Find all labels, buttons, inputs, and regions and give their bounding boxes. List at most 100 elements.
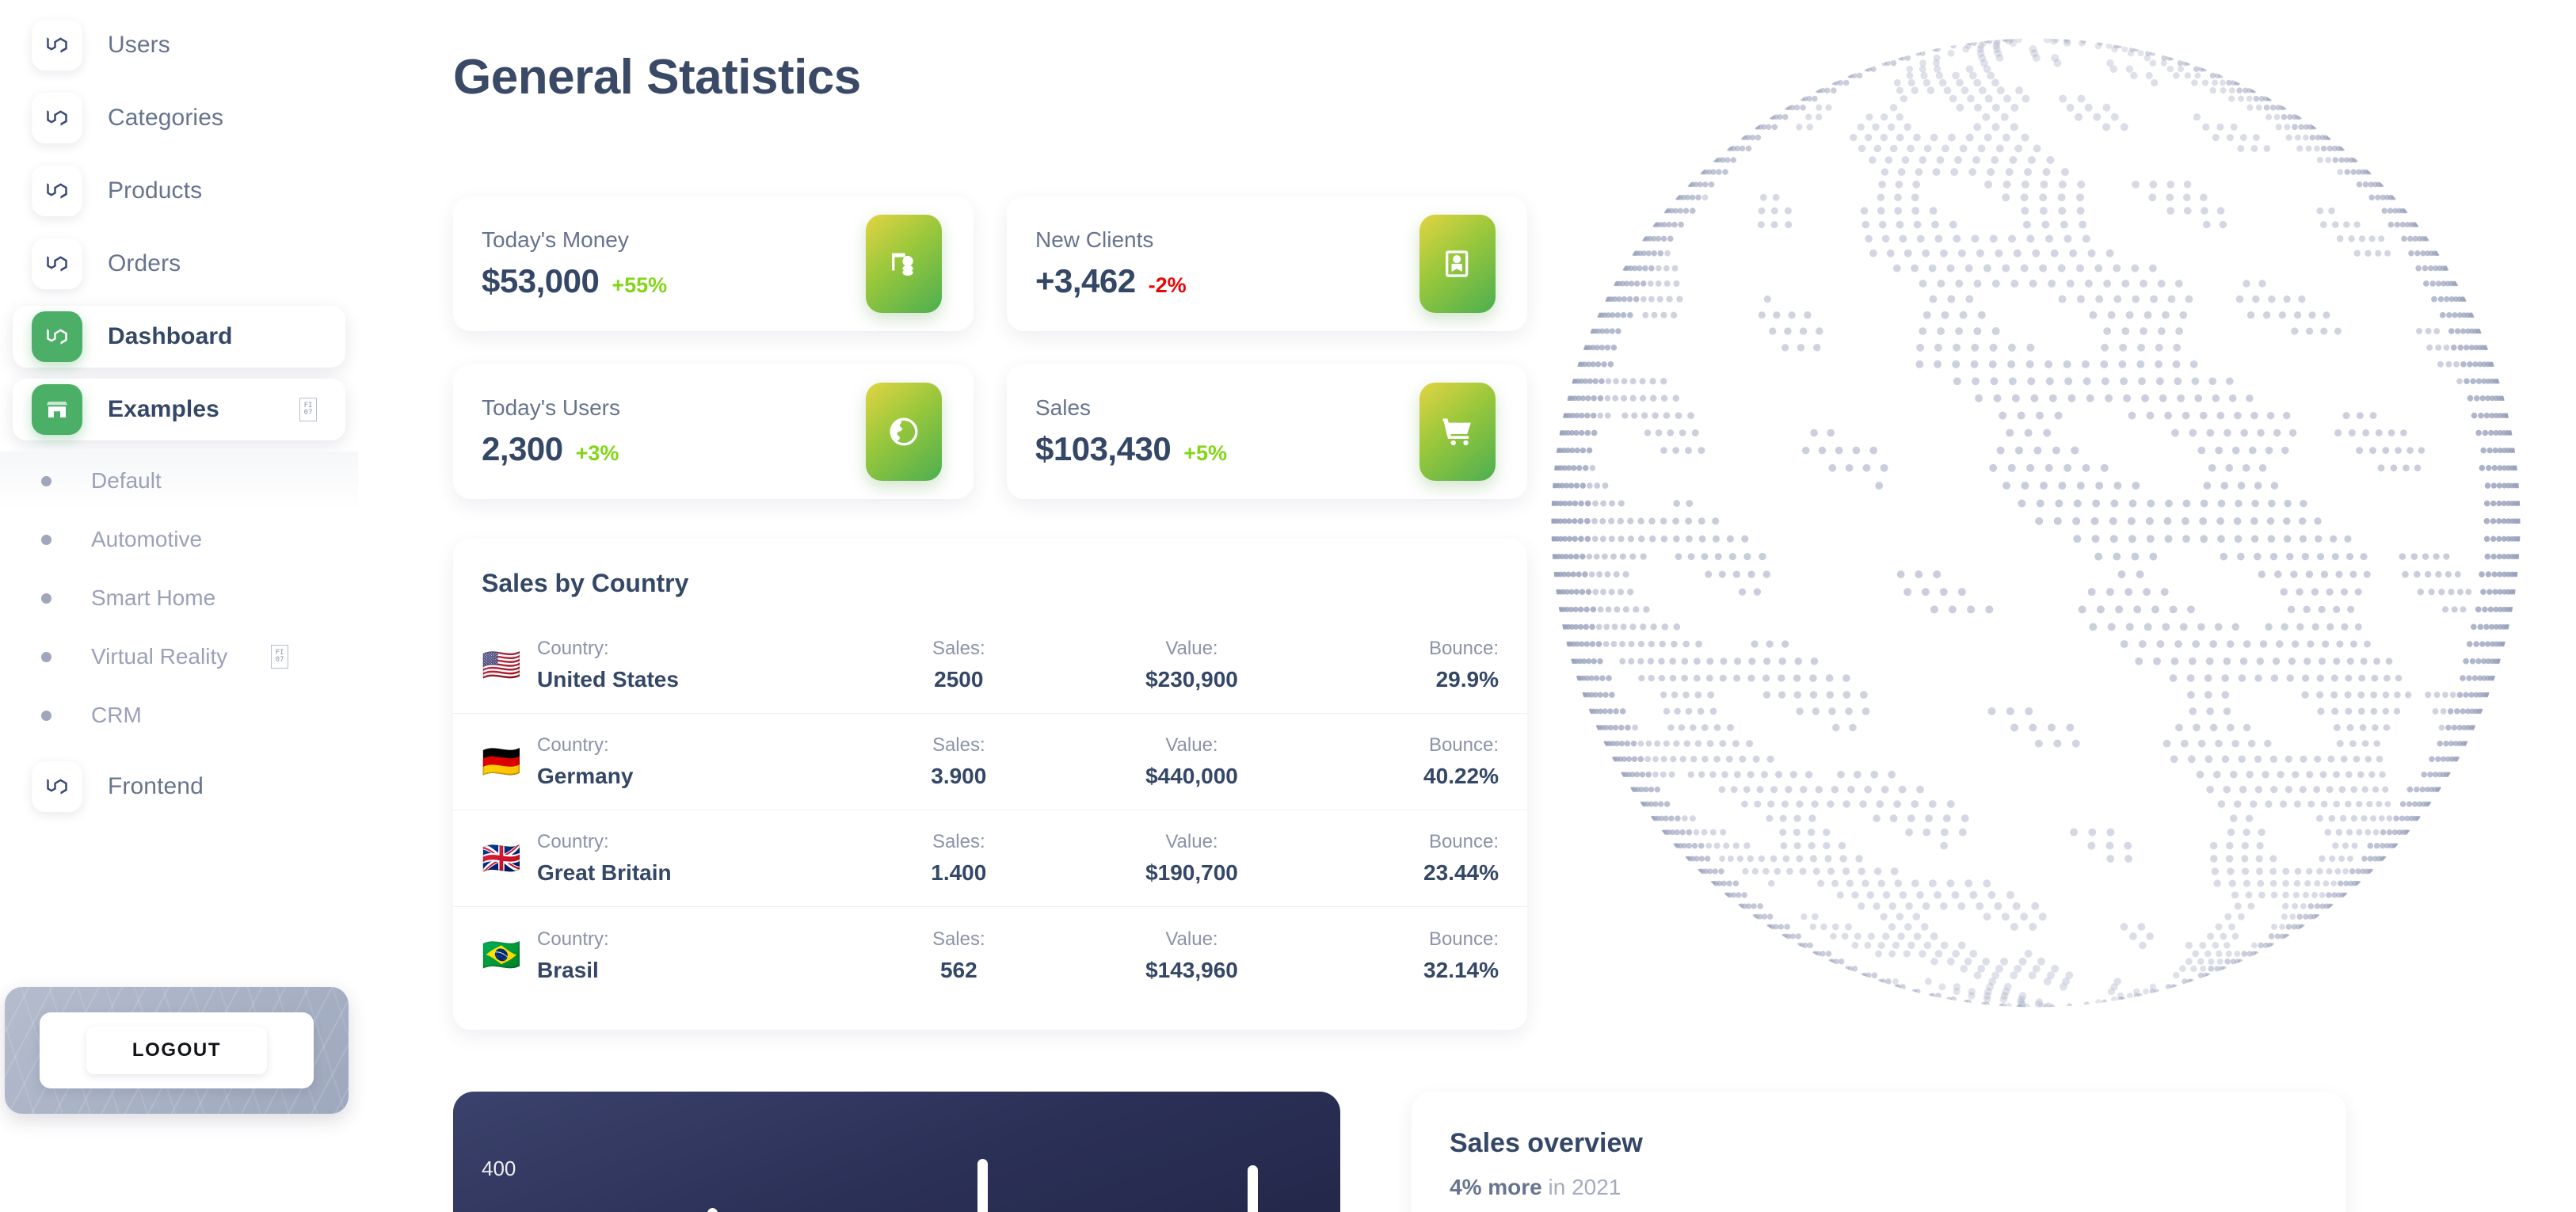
chart-bar — [977, 1159, 988, 1212]
c-sales-cell: Sales: 1.400 — [848, 831, 1069, 886]
value-value: $440,000 — [1145, 764, 1238, 789]
table-row[interactable]: 🇩🇪 Country: Germany Sales: 3.900 Value: … — [453, 714, 1527, 810]
stat-label: Today's Money — [482, 227, 667, 253]
page-title: General Statistics — [453, 49, 861, 105]
submenu-item-crm[interactable]: CRM — [0, 686, 358, 745]
sales-value: 1.400 — [931, 860, 986, 886]
value-value: $190,700 — [1145, 860, 1238, 886]
value-header: Value: — [1165, 831, 1218, 853]
bounce-header: Bounce: — [1429, 831, 1499, 853]
bounce-value: 40.22% — [1423, 764, 1499, 789]
c-value-cell: Value: $190,700 — [1069, 831, 1313, 886]
sidebar-item-label: Orders — [108, 250, 181, 277]
c-country-cell: Country: Germany — [537, 734, 848, 789]
stat-label: Sales — [1035, 395, 1227, 421]
chart-bar — [1248, 1165, 1258, 1212]
stat-value: $53,000 — [482, 262, 599, 300]
submenu-item-label: Default — [91, 468, 162, 494]
sidebar-item-examples[interactable]: Examples FI 07 — [13, 379, 345, 440]
stat-card-todays-users[interactable]: Today's Users 2,300 +3% — [453, 364, 974, 499]
country-value: United States — [537, 667, 679, 692]
bounce-value: 23.44% — [1423, 860, 1499, 886]
table-row[interactable]: 🇺🇸 Country: United States Sales: 2500 Va… — [453, 617, 1527, 714]
value-header: Value: — [1165, 734, 1218, 757]
bounce-value: 29.9% — [1436, 667, 1499, 692]
c-sales-cell: Sales: 562 — [848, 928, 1069, 983]
sidebar-item-products[interactable]: Products — [13, 160, 345, 222]
sales-overview-title: Sales overview — [1450, 1128, 2346, 1159]
badge-bottom: 07 — [276, 657, 284, 664]
laravel-icon — [32, 311, 82, 362]
flag-icon: 🇩🇪 — [482, 746, 537, 778]
sidebar-item-users[interactable]: Users — [13, 14, 345, 76]
sales-overview-subtitle: 4% more in 2021 — [1450, 1175, 2346, 1200]
value-header: Value: — [1165, 928, 1218, 951]
bullet-icon — [41, 476, 51, 486]
sales-value: 3.900 — [931, 764, 986, 789]
sales-value: 562 — [940, 958, 977, 983]
sales-overview-delta: 4% more — [1450, 1175, 1542, 1199]
stat-card-new-clients[interactable]: New Clients +3,462 -2% — [1007, 196, 1527, 331]
sidebar-item-label: Categories — [108, 105, 223, 131]
country-value: Germany — [537, 764, 633, 789]
sales-bar-chart-card[interactable]: 400 — [453, 1092, 1340, 1212]
c-value-cell: Value: $143,960 — [1069, 928, 1313, 983]
logout-button[interactable]: LOGOUT — [86, 1027, 267, 1074]
stat-value-row: +3,462 -2% — [1035, 262, 1187, 300]
stat-value: 2,300 — [482, 430, 563, 468]
bounce-header: Bounce: — [1429, 734, 1499, 757]
table-row[interactable]: 🇧🇷 Country: Brasil Sales: 562 Value: $14… — [453, 907, 1527, 1004]
stat-value-row: $53,000 +55% — [482, 262, 667, 300]
shop-icon — [32, 384, 82, 435]
sidebar-item-frontend[interactable]: Frontend — [13, 756, 345, 818]
table-row[interactable]: 🇬🇧 Country: Great Britain Sales: 1.400 V… — [453, 810, 1527, 907]
sidebar-item-orders[interactable]: Orders — [13, 233, 345, 295]
sales-by-country-card: Sales by Country 🇺🇸 Country: United Stat… — [453, 539, 1527, 1030]
sales-header: Sales: — [932, 638, 985, 660]
shopping-cart-icon — [1419, 383, 1496, 481]
stat-delta: +3% — [576, 441, 619, 466]
c-bounce-cell: Bounce: 29.9% — [1314, 638, 1499, 692]
sidebar-item-label: Users — [108, 32, 170, 59]
country-header: Country: — [537, 831, 609, 853]
stat-card-todays-money[interactable]: Today's Money $53,000 +55% — [453, 196, 974, 331]
laravel-icon — [32, 166, 82, 216]
bullet-icon — [41, 652, 51, 662]
submenu-item-smart-home[interactable]: Smart Home — [0, 569, 358, 627]
value-value: $230,900 — [1145, 667, 1238, 692]
submenu-item-default[interactable]: Default — [0, 452, 358, 510]
country-header: Country: — [537, 638, 609, 660]
sidebar-item-categories[interactable]: Categories — [13, 87, 345, 149]
value-header: Value: — [1165, 638, 1218, 660]
bullet-icon — [41, 535, 51, 545]
flag-icon: 🇬🇧 — [482, 843, 537, 875]
stat-row-1: Today's Money $53,000 +55% — [453, 196, 1527, 331]
country-value: Great Britain — [537, 860, 672, 886]
submenu-item-label: CRM — [91, 703, 142, 728]
sales-header: Sales: — [932, 928, 985, 951]
stat-text-block: Today's Users 2,300 +3% — [482, 395, 620, 468]
laravel-icon — [32, 238, 82, 289]
sales-header: Sales: — [932, 831, 985, 853]
stat-label: Today's Users — [482, 395, 620, 421]
laravel-icon — [32, 93, 82, 143]
c-bounce-cell: Bounce: 40.22% — [1314, 734, 1499, 789]
stat-text-block: Sales $103,430 +5% — [1035, 395, 1227, 468]
stat-value-row: 2,300 +3% — [482, 430, 620, 468]
submenu-item-automotive[interactable]: Automotive — [0, 510, 358, 569]
flag-icon: 🇧🇷 — [482, 939, 537, 971]
globe-user-icon — [866, 383, 942, 481]
bounce-header: Bounce: — [1429, 928, 1499, 951]
c-bounce-cell: Bounce: 32.14% — [1314, 928, 1499, 983]
submenu-item-label: Smart Home — [91, 585, 215, 611]
value-value: $143,960 — [1145, 958, 1238, 983]
sidebar-item-dashboard[interactable]: Dashboard — [13, 306, 345, 368]
bullet-icon — [41, 711, 51, 721]
sidebar-item-label: Examples — [108, 396, 219, 423]
stat-card-sales[interactable]: Sales $103,430 +5% — [1007, 364, 1527, 499]
c-sales-cell: Sales: 3.900 — [848, 734, 1069, 789]
c-value-cell: Value: $440,000 — [1069, 734, 1313, 789]
laravel-icon — [32, 20, 82, 71]
country-value: Brasil — [537, 958, 599, 983]
submenu-item-virtual-reality[interactable]: Virtual Reality FI 07 — [0, 627, 358, 686]
